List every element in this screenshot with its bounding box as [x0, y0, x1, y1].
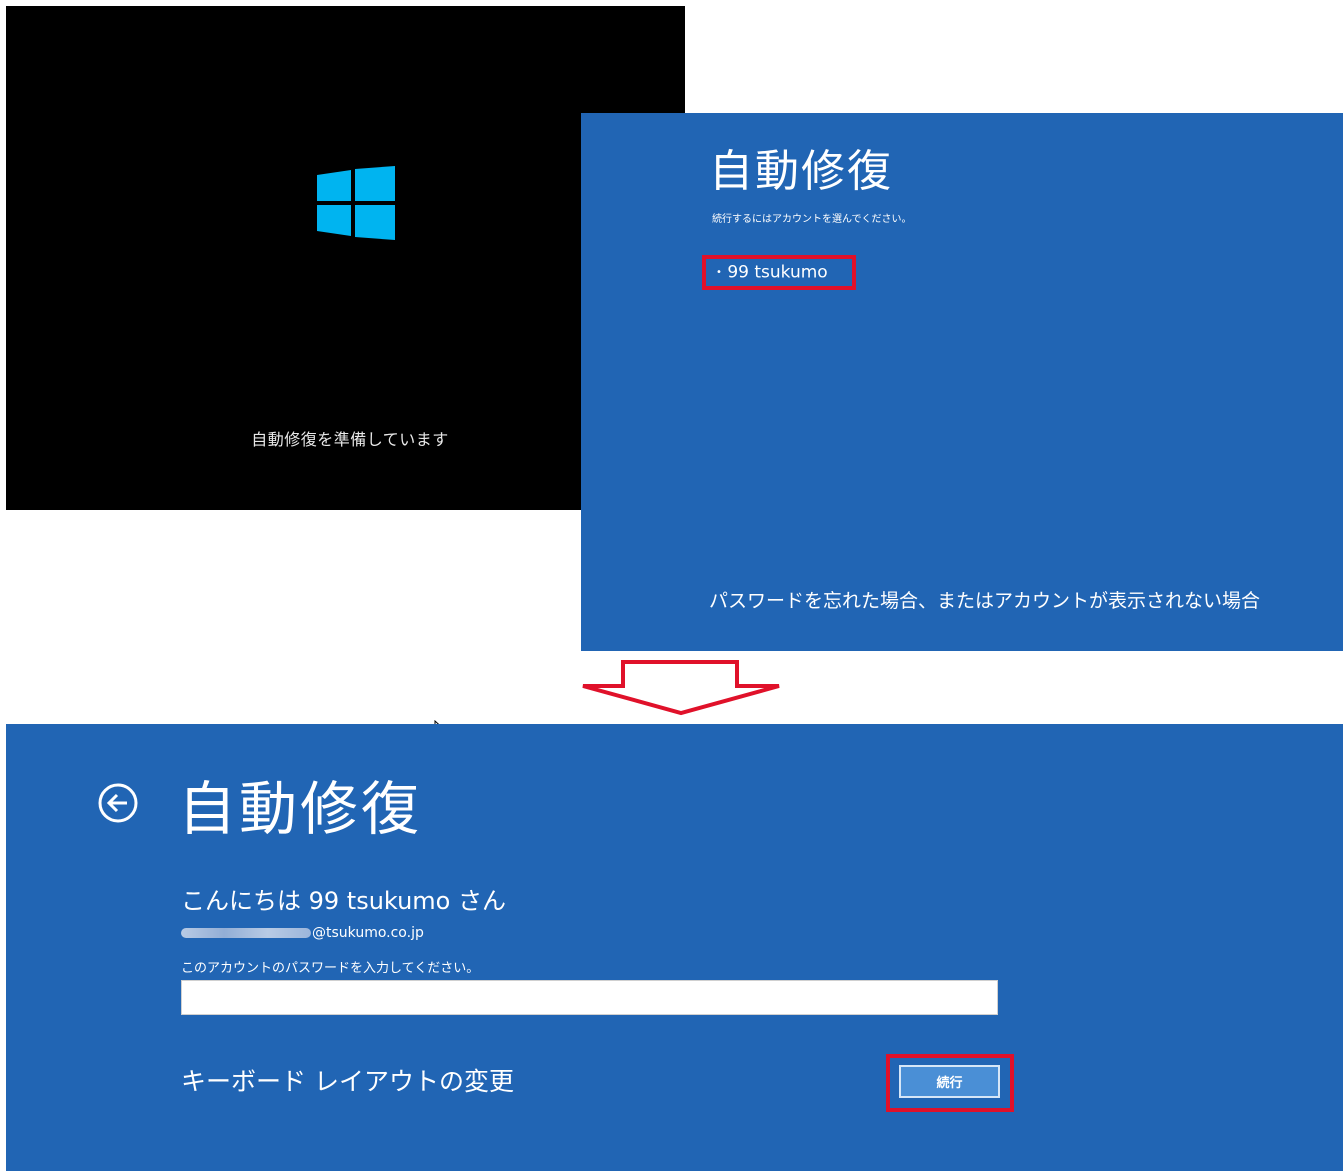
password-input[interactable] [181, 980, 998, 1015]
greeting-text: こんにちは 99 tsukumo さん [181, 887, 506, 915]
page-title: 自動修復 [709, 146, 893, 197]
account-name: 99 tsukumo [727, 262, 828, 283]
account-item-99-tsukumo[interactable]: • 99 tsukumo [702, 255, 856, 290]
back-arrow-icon[interactable] [96, 781, 140, 825]
email-redacted [181, 928, 311, 938]
account-email: @tsukumo.co.jp [181, 925, 424, 941]
account-bullet-icon: • [716, 267, 722, 278]
down-arrow-icon [582, 660, 780, 716]
account-selection-screen: 自動修復 続行するにはアカウントを選んでください。 • 99 tsukumo パ… [581, 113, 1343, 651]
password-screen: 自動修復 こんにちは 99 tsukumo さん @tsukumo.co.jp … [6, 724, 1343, 1171]
windows-logo-icon [317, 166, 395, 240]
page-title: 自動修復 [178, 775, 423, 843]
account-instruction: 続行するにはアカウントを選んでください。 [712, 214, 912, 225]
forgot-password-link[interactable]: パスワードを忘れた場合、またはアカウントが表示されない場合 [709, 586, 1260, 613]
continue-button[interactable]: 続行 [899, 1065, 1000, 1098]
password-label: このアカウントのパスワードを入力してください。 [181, 961, 480, 976]
change-keyboard-layout-link[interactable]: キーボード レイアウトの変更 [181, 1062, 514, 1098]
email-domain: @tsukumo.co.jp [312, 925, 424, 941]
